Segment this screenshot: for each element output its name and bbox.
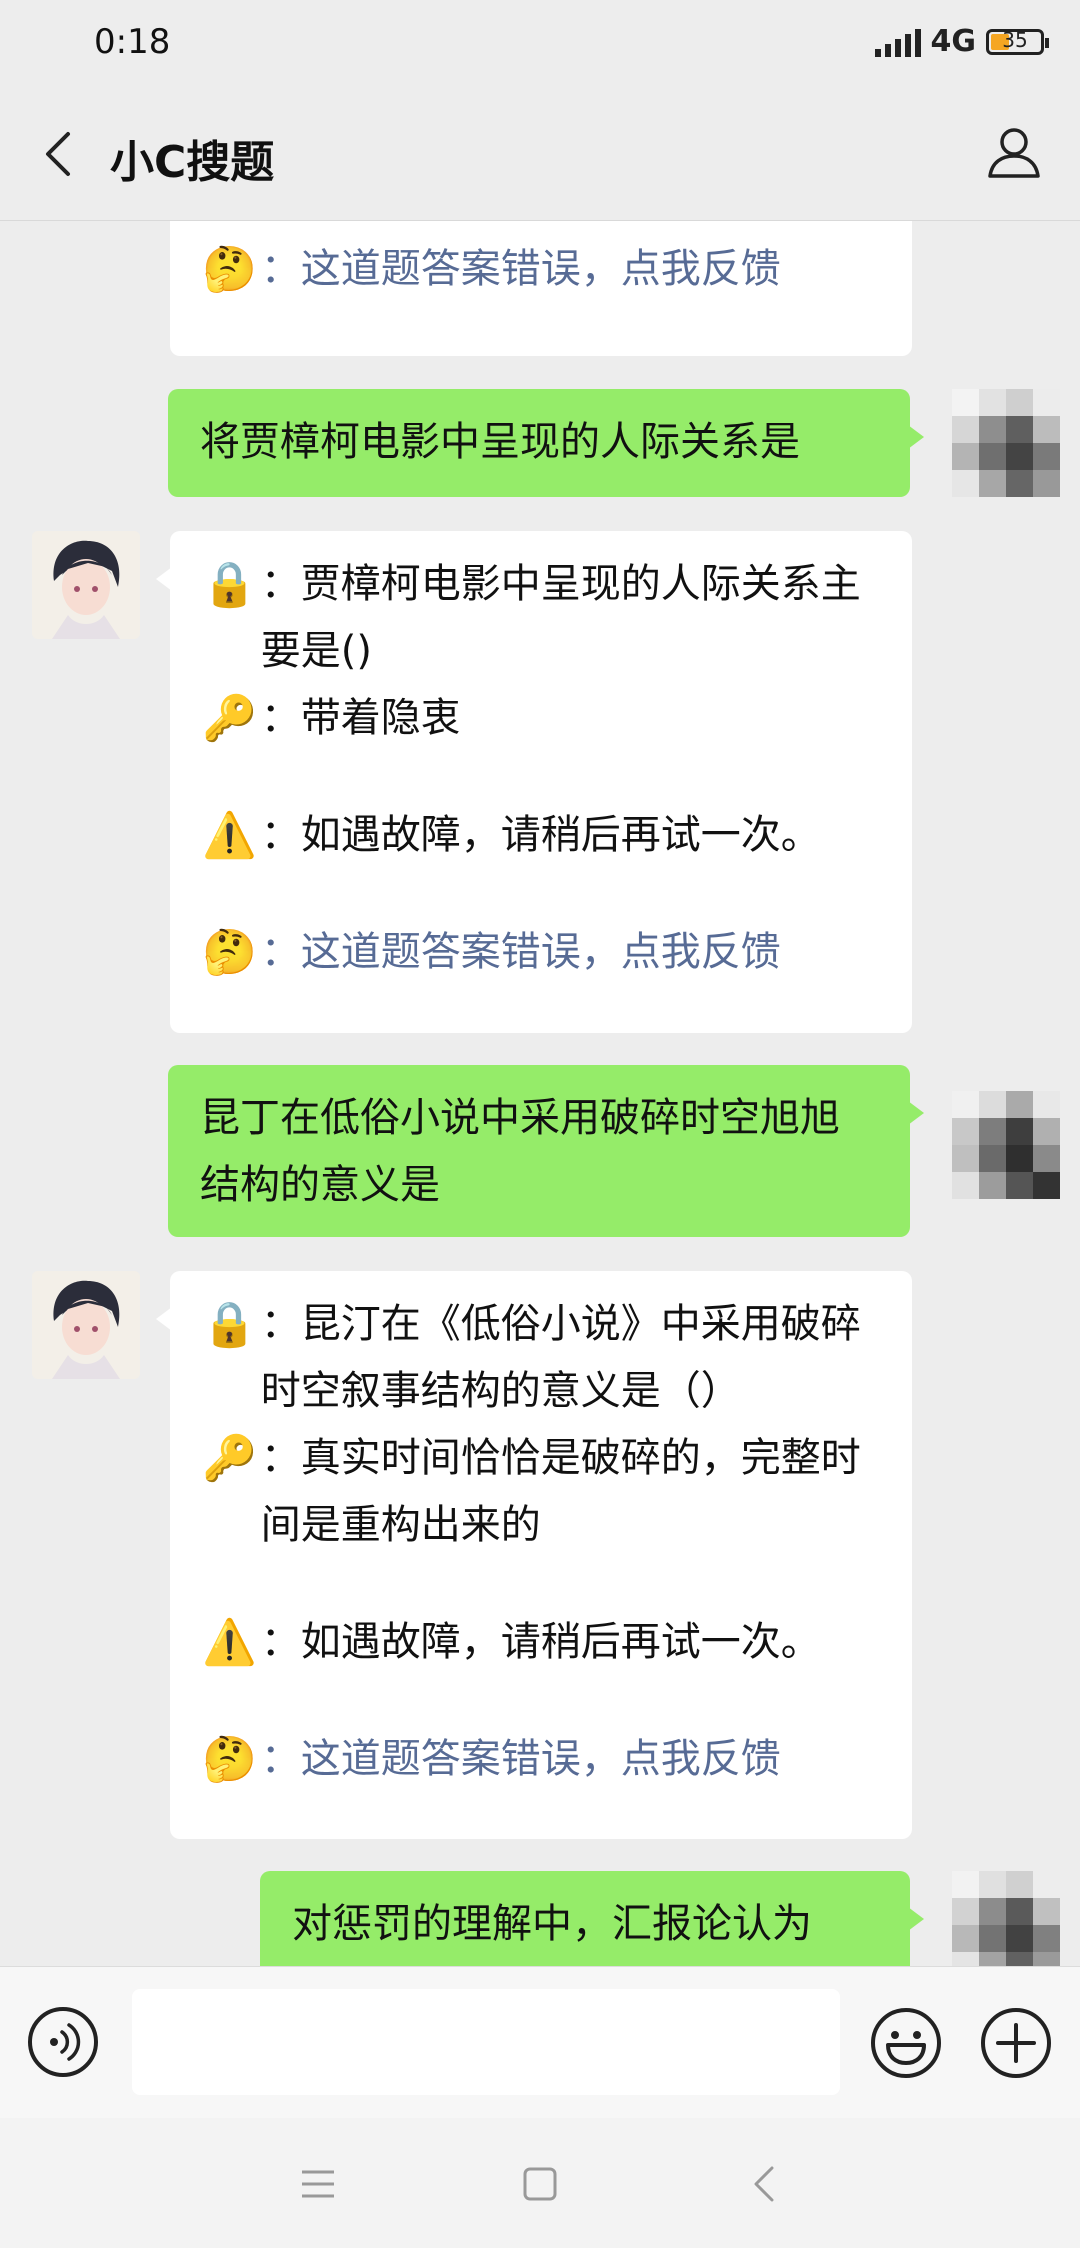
chevron-left-icon[interactable] [40, 130, 80, 178]
battery-icon: 35 [986, 27, 1049, 55]
bot-message: 🔒 ：贾樟柯电影中呈现的人际关系主要是() 🔑 ：带着隐衷 ⚠️ ：如遇故障，请… [156, 531, 912, 1033]
feedback-link[interactable]: 🤔 ：这道题答案错误，点我反馈 [202, 236, 880, 303]
thinking-emoji-icon: 🤔 [202, 244, 257, 295]
warning-emoji-icon: ⚠️ [202, 1617, 257, 1668]
answer-line: 🔑 ：带着隐衷 [202, 685, 880, 752]
status-bar: 0:18 4G 35 [0, 0, 1080, 88]
warning-emoji-icon: ⚠️ [202, 810, 257, 861]
question-line: 🔒 ：贾樟柯电影中呈现的人际关系主要是() [202, 551, 880, 685]
user-avatar[interactable] [952, 389, 1060, 497]
key-emoji-icon: 🔑 [202, 693, 257, 744]
bot-avatar[interactable] [32, 1271, 140, 1379]
message-list[interactable]: 🤔 ：这道题答案错误，点我反馈 将贾樟柯电影中呈现的人际关系是 🔒 ：贾樟柯电影… [0, 221, 1080, 1966]
thinking-emoji-icon: 🤔 [202, 1734, 257, 1785]
user-message-text: 将贾樟柯电影中呈现的人际关系是 [200, 419, 800, 465]
status-indicators: 4G 35 [874, 24, 1049, 59]
bot-message: 🔒 ：昆汀在《低俗小说》中采用破碎时空叙事结构的意义是（） 🔑 ：真实时间恰恰是… [156, 1271, 912, 1839]
network-type: 4G [930, 24, 977, 59]
user-message-text: 昆丁在低俗小说中采用破碎时空旭旭结构的意义是 [200, 1095, 840, 1208]
warning-line: ⚠️ ：如遇故障，请稍后再试一次。 [202, 802, 880, 869]
system-nav-bar [0, 2118, 1080, 2248]
bot-avatar[interactable] [32, 531, 140, 639]
lock-emoji-icon: 🔒 [202, 1299, 257, 1350]
chat-title: 小C搜题 [110, 137, 275, 188]
bot-message: 🤔 ：这道题答案错误，点我反馈 [170, 221, 912, 356]
menu-icon[interactable] [294, 2160, 342, 2208]
key-emoji-icon: 🔑 [202, 1433, 257, 1484]
thinking-emoji-icon: 🤔 [202, 927, 257, 978]
battery-level: 35 [1002, 27, 1028, 52]
user-message-text: 对惩罚的理解中，汇报论认为 [292, 1901, 812, 1947]
signal-icon [874, 27, 921, 57]
question-line: 🔒 ：昆汀在《低俗小说》中采用破碎时空叙事结构的意义是（） [202, 1291, 880, 1425]
warning-line: ⚠️ ：如遇故障，请稍后再试一次。 [202, 1609, 880, 1676]
square-icon[interactable] [516, 2160, 564, 2208]
back-triangle-icon[interactable] [742, 2160, 790, 2208]
lock-emoji-icon: 🔒 [202, 559, 257, 610]
smiley-icon[interactable] [870, 2007, 942, 2079]
voice-icon[interactable] [28, 2007, 98, 2077]
feedback-link[interactable]: 🤔 ：这道题答案错误，点我反馈 [202, 1726, 880, 1793]
status-time: 0:18 [94, 22, 171, 62]
answer-line: 🔑 ：真实时间恰恰是破碎的，完整时间是重构出来的 [202, 1425, 880, 1559]
user-message: 昆丁在低俗小说中采用破碎时空旭旭结构的意义是 [168, 1065, 924, 1237]
user-avatar[interactable] [952, 1091, 1060, 1199]
feedback-link[interactable]: 🤔 ：这道题答案错误，点我反馈 [202, 919, 880, 986]
person-icon[interactable] [986, 124, 1042, 180]
user-message: 将贾樟柯电影中呈现的人际关系是 [168, 389, 924, 497]
title-bar: 小C搜题 [0, 88, 1080, 221]
user-avatar[interactable] [952, 1871, 1060, 1966]
plus-icon[interactable] [980, 2007, 1052, 2079]
user-message: 对惩罚的理解中，汇报论认为 [260, 1871, 924, 1966]
message-input[interactable] [132, 1989, 840, 2095]
input-bar [0, 1966, 1080, 2119]
